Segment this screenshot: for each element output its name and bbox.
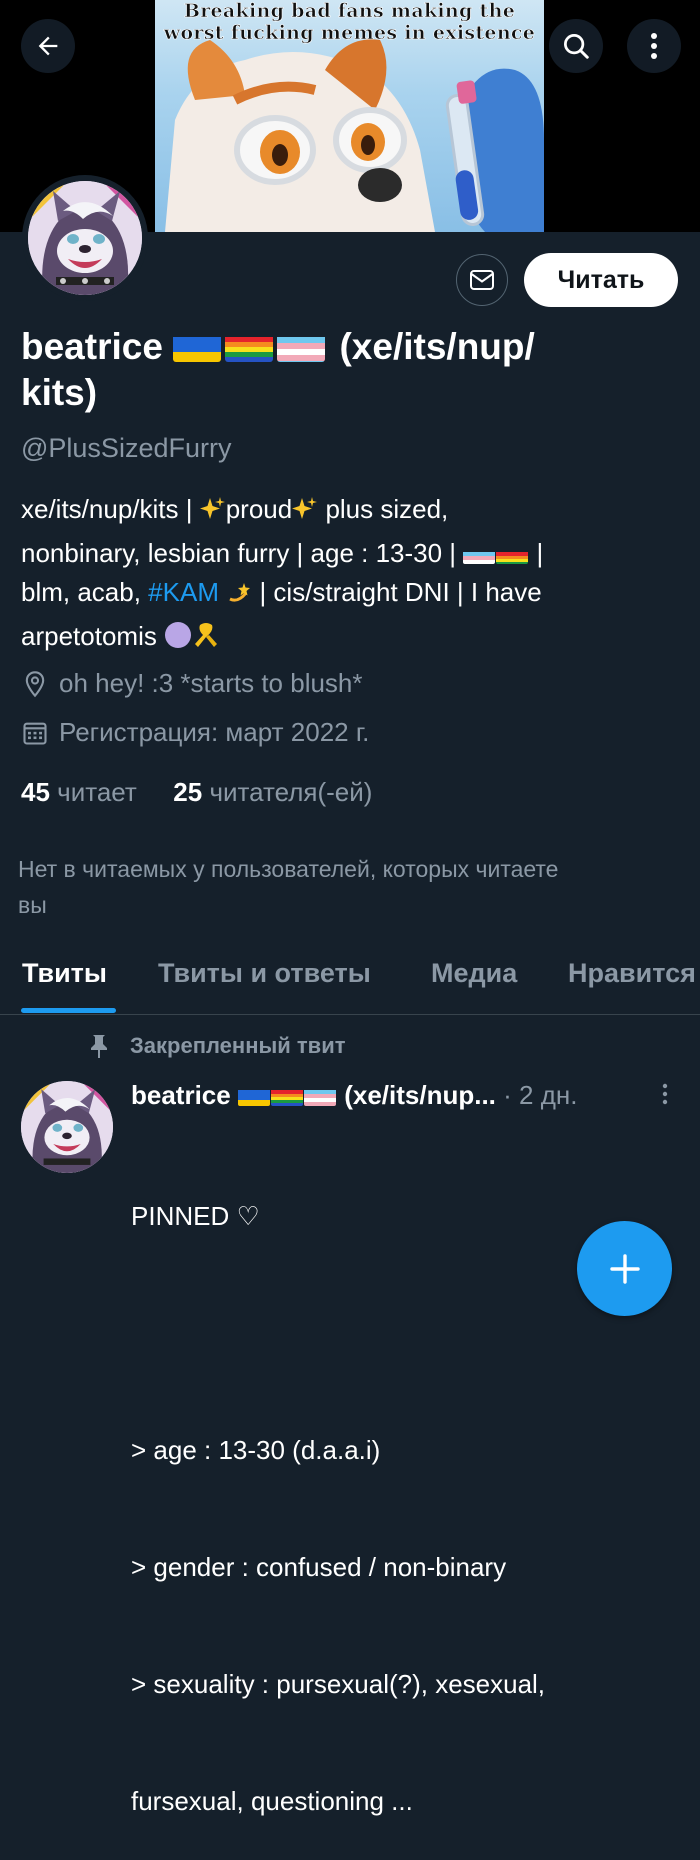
tweet-timestamp[interactable]: 2 дн. (519, 1080, 577, 1110)
follow-button[interactable]: Читать (524, 253, 678, 307)
sparkles-icon (292, 494, 318, 534)
compose-plus-icon (609, 1253, 640, 1284)
trans-flag-icon (463, 544, 496, 564)
tab-tweets-and-replies[interactable]: Твиты и ответы (158, 958, 371, 989)
tweet-line: > sexuality : pursexual(?), xesexual, (131, 1669, 546, 1699)
wolf-avatar-drawing (28, 181, 142, 295)
following-label: читает (57, 777, 137, 807)
purple-circle-icon (164, 621, 192, 661)
bio-text: | (529, 537, 544, 568)
followers-count: 25 (173, 777, 203, 807)
more-vertical-icon (662, 1083, 668, 1105)
bio-text: nonbinary, lesbian furry | age : 13-30 | (21, 537, 464, 568)
profile-stats: 45 читает 25 читателя(-ей) (21, 777, 372, 808)
ukraine-flag-icon (173, 332, 222, 362)
bio-text: blm, acab, (21, 577, 149, 607)
no-mutual-followers-text: Нет в читаемых у пользователей, которых … (18, 851, 678, 923)
following-link[interactable]: 45 читает (21, 777, 137, 807)
back-arrow-icon (38, 36, 58, 56)
tab-media[interactable]: Медиа (431, 958, 517, 989)
tweet-line: > age : 13-30 (d.a.a.i) (131, 1435, 381, 1465)
profile-bio: xe/its/nup/kits | proud plus sized, nonb… (21, 490, 681, 660)
profile-handle: @PlusSizedFurry (21, 433, 232, 463)
followers-link[interactable]: 25 читателя(-ей) (173, 777, 372, 807)
bio-text: plus sized, (318, 494, 449, 524)
display-name-text: beatrice (21, 326, 163, 367)
tweet-author-avatar[interactable] (21, 1081, 113, 1173)
tab-tweets[interactable]: Твиты (22, 958, 107, 989)
search-icon (564, 34, 589, 59)
active-tab-indicator (21, 1008, 116, 1013)
pinned-tweet-label: Закрепленный твит (88, 1033, 346, 1059)
display-name-pronouns: (xe/its/nup/ (339, 326, 535, 367)
yellow-ribbon-icon (192, 621, 220, 661)
tweet-author-pronouns: (xe/its/nup... (344, 1080, 496, 1110)
no-mutual-line1: Нет в читаемых у пользователей, которых … (18, 856, 559, 882)
bio-text: xe/its/nup/kits | (21, 494, 200, 524)
bio-text: | cis/straight DNI | I have (252, 577, 542, 607)
profile-avatar[interactable] (22, 175, 148, 301)
location-text: oh hey! :3 *starts to blush* (59, 668, 363, 698)
search-button[interactable] (549, 19, 603, 73)
tweet-line: > gender : confused / non-binary (131, 1552, 507, 1582)
more-options-button[interactable] (627, 19, 681, 73)
mail-icon (470, 270, 494, 290)
sparkles-icon (199, 494, 226, 534)
followers-label: читателя(-ей) (209, 777, 373, 807)
avatar-image (28, 181, 142, 295)
calendar-icon (23, 722, 47, 745)
profile-display-name: beatrice (xe/its/nup/ kits) (21, 324, 661, 416)
compose-tweet-button[interactable] (577, 1221, 672, 1316)
tweet-more-button[interactable] (658, 1082, 672, 1111)
location-icon (25, 670, 45, 697)
pinned-label-text: Закрепленный твит (130, 1033, 346, 1058)
wolf-avatar-drawing (21, 1081, 113, 1173)
bio-hashtag-link[interactable]: #KAM (148, 577, 219, 607)
profile-join-date: Регистрация: март 2022 г. (21, 717, 369, 748)
more-vertical-icon (651, 33, 657, 59)
bio-text: proud (225, 494, 293, 524)
rainbow-flag-icon (496, 544, 529, 564)
profile-location: oh hey! :3 *starts to blush* (21, 668, 363, 699)
banner-meme-image: Breaking bad fans making the worst fucki… (155, 0, 544, 232)
ukraine-flag-icon (237, 1086, 270, 1106)
trans-flag-icon (277, 332, 326, 362)
trans-flag-icon (303, 1086, 336, 1106)
display-name-pronouns-cont: kits) (21, 372, 98, 413)
rainbow-flag-icon (225, 332, 274, 362)
separator-dot: · (503, 1080, 512, 1110)
no-mutual-line2: вы (18, 892, 47, 918)
meme-drawing (165, 39, 544, 232)
rainbow-flag-icon (270, 1086, 303, 1106)
back-button[interactable] (21, 19, 75, 73)
tab-likes[interactable]: Нравится (568, 958, 696, 989)
pin-icon (91, 1035, 107, 1058)
bio-text: arpetotomis (21, 620, 165, 651)
dizzy-star-icon (226, 577, 252, 617)
profile-tabs: Твиты Твиты и ответы Медиа Нравится (0, 946, 700, 1015)
tweet-header: beatrice (xe/its/nup... · 2 дн. (131, 1080, 671, 1111)
message-button[interactable] (456, 254, 508, 306)
tweet-line: fursexual, questioning ... (131, 1786, 413, 1816)
join-date-text: Регистрация: март 2022 г. (59, 717, 370, 747)
following-count: 45 (21, 777, 50, 807)
tweet-author-name[interactable]: beatrice (131, 1080, 231, 1110)
